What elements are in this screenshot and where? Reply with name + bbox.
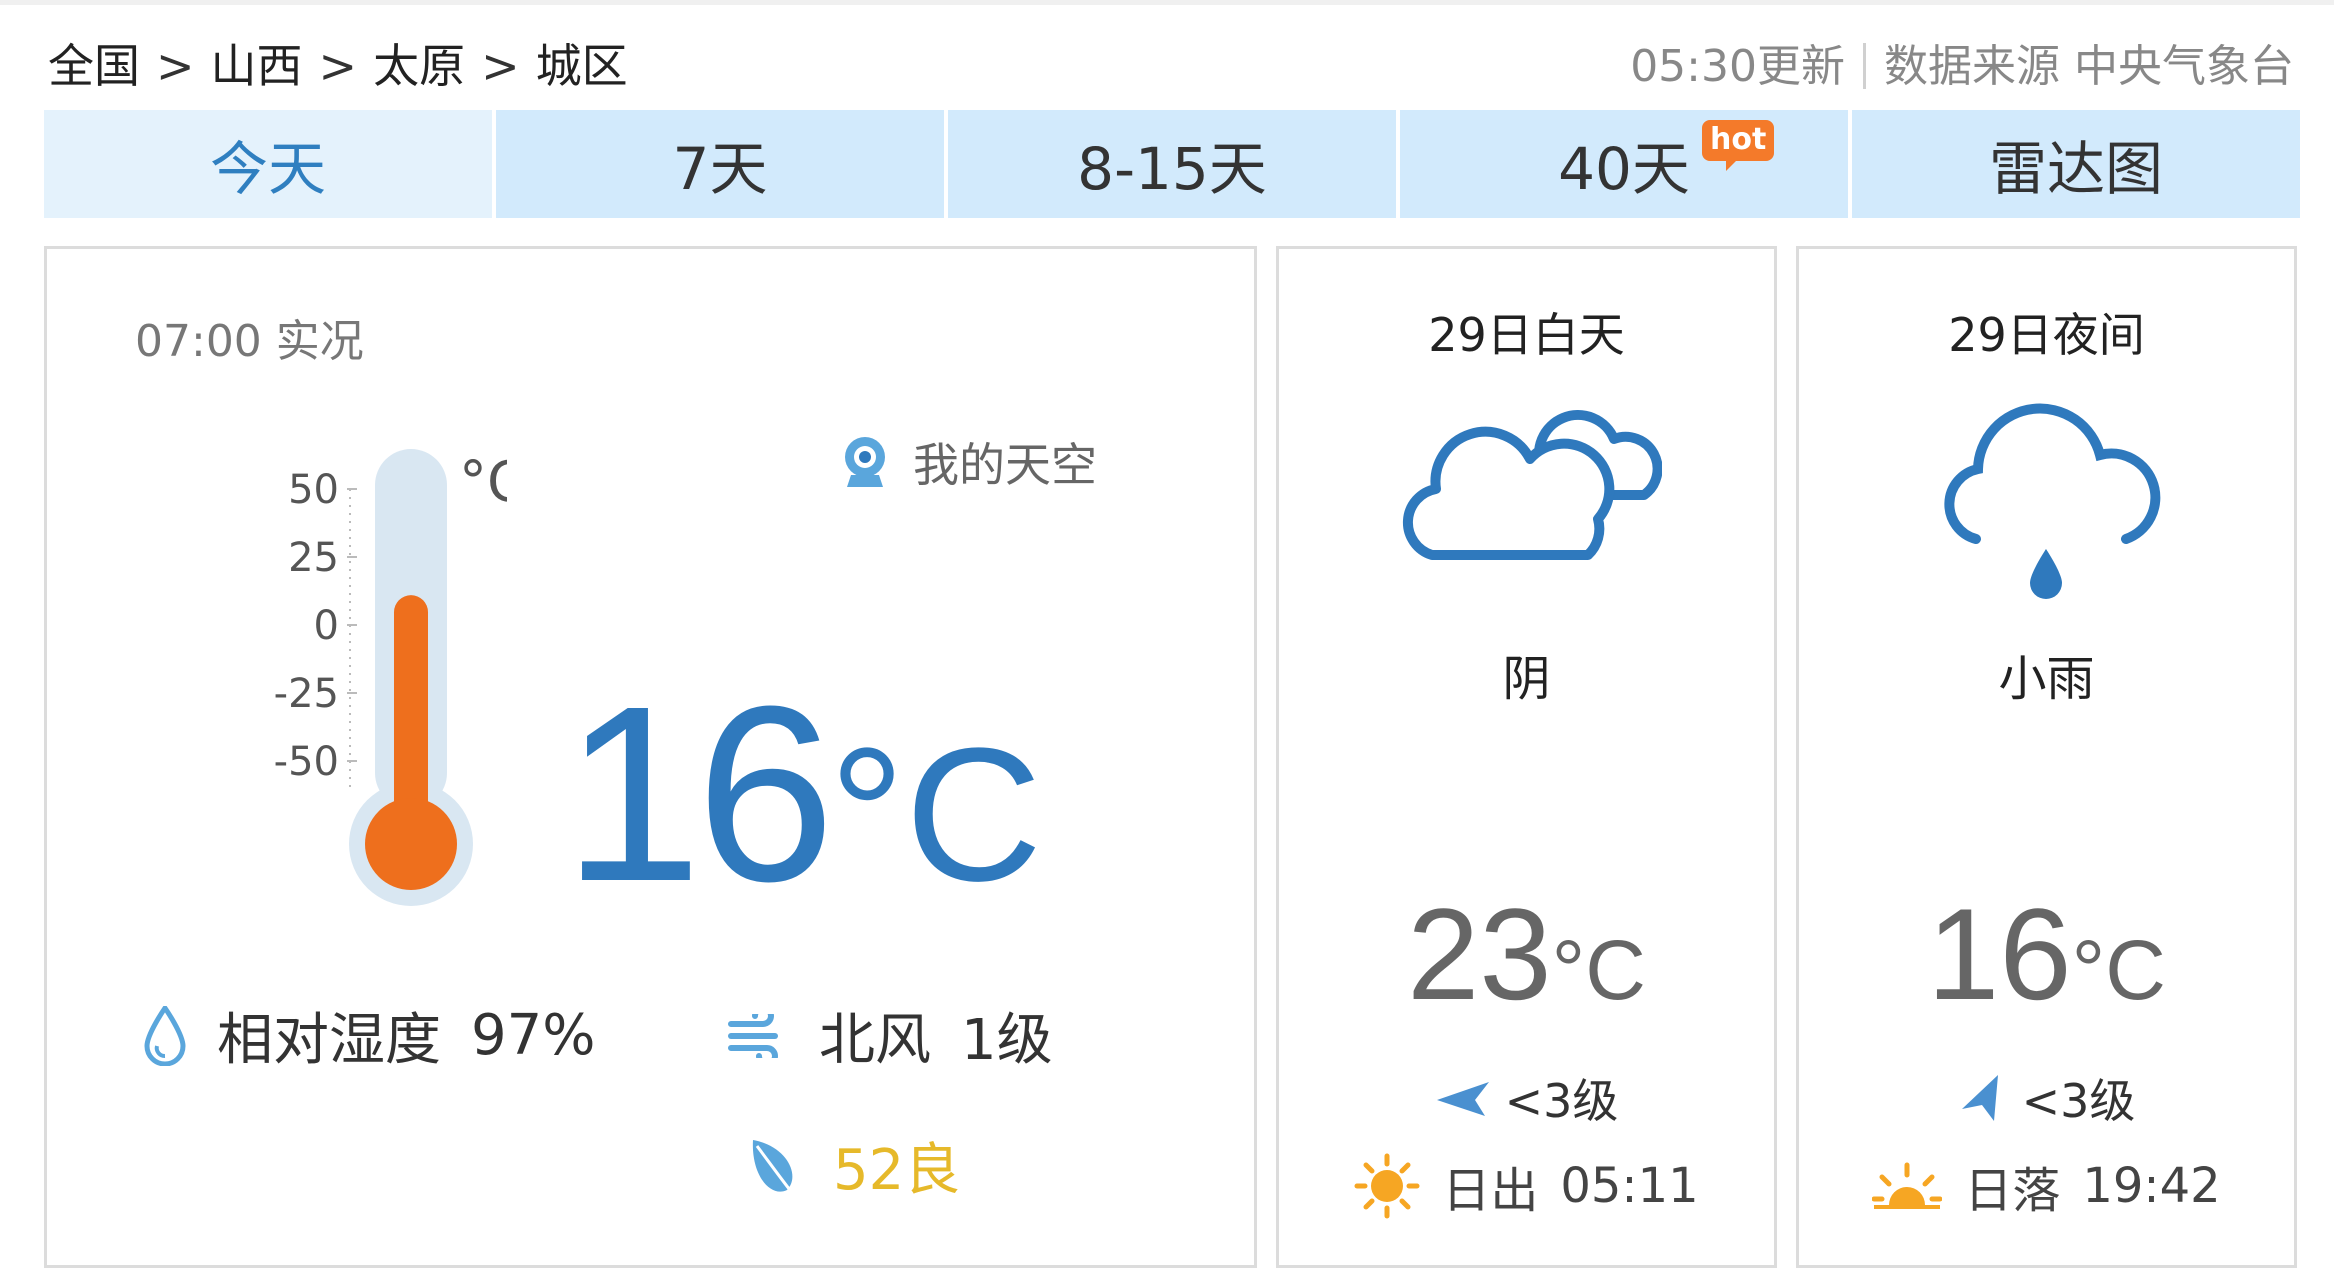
- tab-label: 今天: [209, 135, 326, 203]
- day-temperature: 23°C: [1279, 889, 1774, 1019]
- tab-radar[interactable]: 雷达图: [1852, 110, 2300, 218]
- day-title: 29日白天: [1428, 308, 1625, 362]
- camera-icon: [845, 437, 885, 487]
- night-temperature-unit: °C: [2071, 923, 2166, 1017]
- night-wind: <3级: [1799, 1065, 2294, 1131]
- sunrise-time: 05:11: [1560, 1158, 1699, 1214]
- sunrise: 日出 05:11: [1279, 1151, 1774, 1221]
- night-temperature: 16°C: [1799, 889, 2294, 1019]
- sunrise-label: 日出: [1442, 1163, 1539, 1219]
- breadcrumb-separator: >: [156, 39, 195, 93]
- my-sky-link[interactable]: 我的天空: [839, 429, 1097, 495]
- tab-label: 雷达图: [1988, 135, 2163, 203]
- top-strip: [0, 0, 2334, 5]
- sunset-time: 19:42: [2082, 1158, 2221, 1214]
- data-source: 数据来源 中央气象台: [1884, 41, 2294, 92]
- current-temperature: 16°C: [563, 669, 1042, 919]
- breadcrumb: 全国 > 山西 > 太原 > 城区: [48, 30, 628, 96]
- tab-today[interactable]: 今天: [44, 110, 492, 218]
- tab-label: 7天: [672, 135, 768, 203]
- sun-icon: [1354, 1153, 1420, 1219]
- thermo-tick-label: 0: [314, 603, 339, 649]
- aqi-value: 52良: [833, 1138, 961, 1203]
- update-meta: 05:30更新 数据来源 中央气象台: [1630, 30, 2294, 94]
- day-temperature-unit: °C: [1551, 923, 1646, 1017]
- forecast-tabs: 今天 7天 8-15天 40天 hot 雷达图: [44, 110, 2300, 218]
- humidity-label: 相对湿度: [217, 1008, 441, 1073]
- tab-7day[interactable]: 7天: [496, 110, 944, 218]
- weather-icon-wrap: [1279, 399, 1774, 569]
- cloudy-icon: [1402, 410, 1662, 560]
- tab-8-15day[interactable]: 8-15天: [948, 110, 1396, 218]
- thermo-tick-label: 25: [288, 535, 339, 581]
- light-rain-icon: [1943, 403, 2160, 599]
- breadcrumb-item-country[interactable]: 全国: [48, 39, 140, 93]
- sunset-icon: [1872, 1162, 1943, 1209]
- tab-label: 8-15天: [1077, 135, 1267, 203]
- sunset: 日落 19:42: [1799, 1151, 2294, 1221]
- thermo-unit: °C: [459, 450, 507, 515]
- thermometer-icon: 50 25 0 -25 -50 °C: [274, 449, 507, 906]
- wind-direction: 北风: [819, 1008, 931, 1073]
- wind: 北风 1级: [727, 995, 1053, 1076]
- leaf-icon: [752, 1139, 795, 1195]
- night-weather: 小雨: [1998, 651, 2095, 707]
- humidity: 相对湿度 97%: [143, 995, 595, 1076]
- wind-icon: [728, 1013, 778, 1058]
- day-wind: <3级: [1279, 1065, 1774, 1131]
- water-drop-icon: [144, 1005, 186, 1066]
- wind-direction-arrow-icon: [1436, 1082, 1489, 1116]
- current-temperature-value: 16: [563, 654, 835, 933]
- night-temperature-value: 16: [1927, 881, 2072, 1027]
- air-quality[interactable]: 52良: [747, 1125, 960, 1206]
- thermo-tick-label: -50: [274, 739, 339, 785]
- current-conditions-card: 07:00 实况 我的天空 50 25 0 -25 -50 °C 16°C 相对…: [44, 246, 1257, 1268]
- wind-level: 1级: [961, 1008, 1053, 1073]
- hot-badge: hot: [1702, 120, 1775, 171]
- update-time: 05:30更新: [1630, 41, 1845, 92]
- day-forecast-card: 29日白天 阴 23°C <3级 日出 05:11: [1276, 246, 1777, 1268]
- day-wind-level: <3级: [1504, 1074, 1619, 1128]
- breadcrumb-item-district: 城区: [535, 39, 628, 93]
- breadcrumb-separator: >: [481, 39, 520, 93]
- night-forecast-card: 29日夜间 小雨 16°C <3级 日落 19:42: [1796, 246, 2297, 1268]
- breadcrumb-separator: >: [318, 39, 358, 93]
- thermo-tick-label: -25: [274, 671, 339, 717]
- weather-icon-wrap: [1799, 399, 2294, 599]
- humidity-value: 97%: [471, 1003, 596, 1068]
- breadcrumb-item-province[interactable]: 山西: [211, 39, 303, 93]
- thermo-tick-label: 50: [288, 467, 339, 513]
- meta-divider: [1863, 43, 1866, 89]
- day-temperature-value: 23: [1407, 881, 1552, 1027]
- my-sky-label: 我的天空: [913, 438, 1097, 492]
- tab-40day[interactable]: 40天 hot: [1400, 110, 1848, 218]
- observation-time: 07:00 实况: [135, 316, 364, 367]
- night-wind-level: <3级: [2021, 1074, 2136, 1128]
- night-title: 29日夜间: [1948, 308, 2145, 362]
- day-weather: 阴: [1502, 651, 1551, 707]
- tab-label: 40天: [1558, 135, 1690, 203]
- wind-direction-arrow-icon: [1961, 1075, 1998, 1121]
- breadcrumb-item-city[interactable]: 太原: [373, 39, 465, 93]
- sunset-label: 日落: [1964, 1163, 2061, 1219]
- temperature-unit: °C: [829, 709, 1043, 921]
